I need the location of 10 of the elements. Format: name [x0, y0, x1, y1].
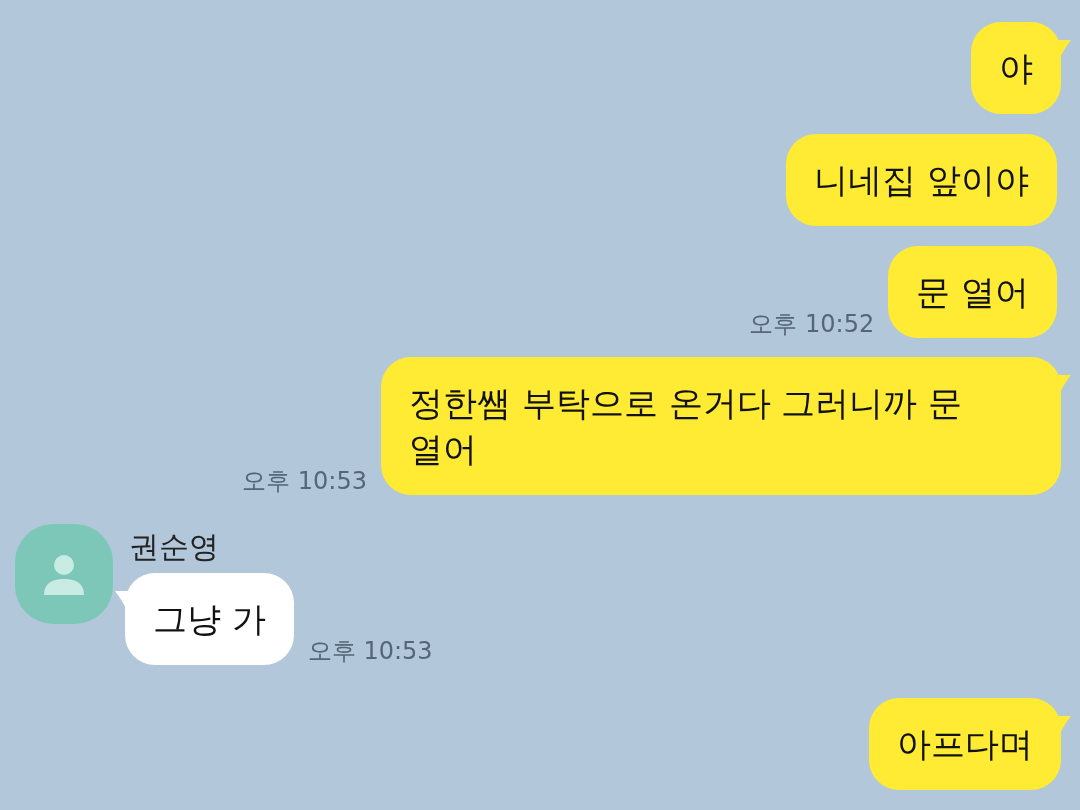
message-bubble: 니네집 앞이야 [786, 134, 1057, 226]
message-bubble: 아프다며 [869, 698, 1061, 790]
sender-name: 권순영 [129, 528, 220, 566]
timestamp: 오후 10:53 [307, 636, 433, 667]
message-bubble: 정한쌤 부탁으로 온거다 그러니까 문 열어 [381, 357, 1061, 495]
message-bubble: 그냥 가 [125, 573, 294, 665]
timestamp: 오후 10:52 [749, 309, 875, 340]
timestamp: 오후 10:53 [242, 466, 367, 497]
message-bubble: 야 [971, 22, 1061, 114]
message-bubble: 문 열어 [888, 246, 1057, 338]
